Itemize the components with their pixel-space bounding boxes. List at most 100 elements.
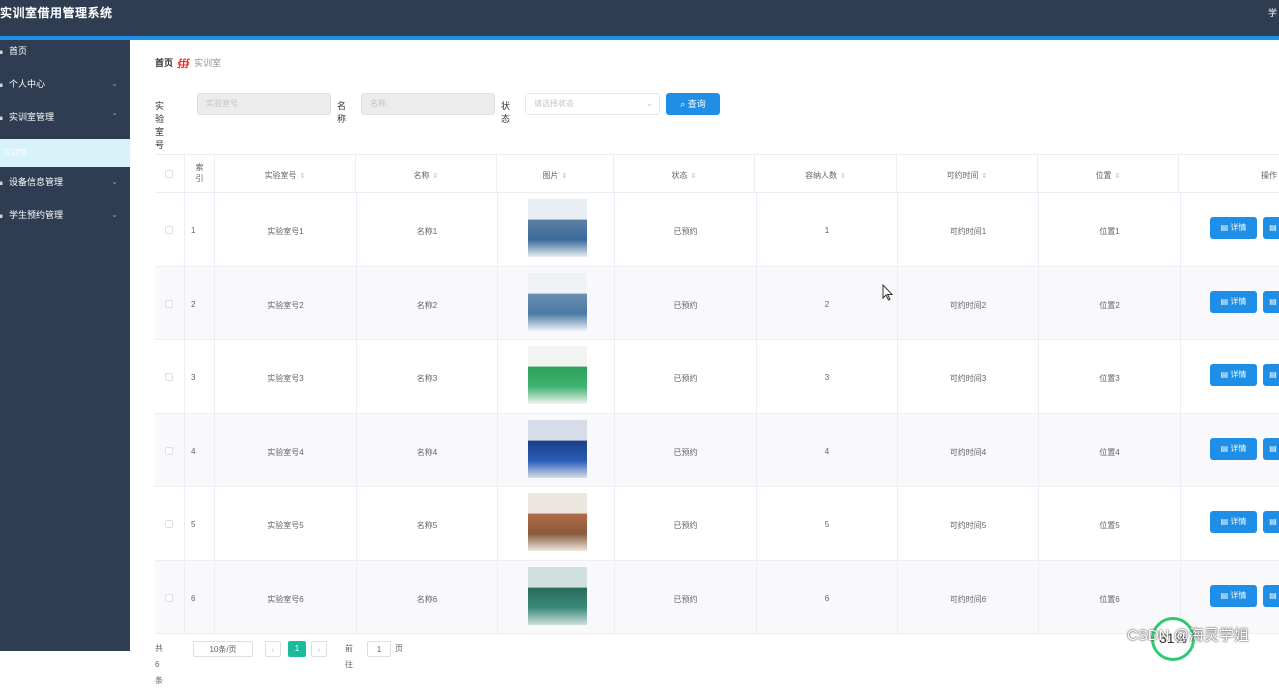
table-row: 4 实验室号4 名称4 已预约 4 可约时间4 位置4 ▤ 详情 ▤	[155, 413, 1279, 487]
lab-photo[interactable]	[528, 493, 587, 551]
menu-icon: ▌	[0, 177, 5, 185]
detail-button[interactable]: ▤ 详情	[1210, 584, 1257, 607]
lab-photo[interactable]	[528, 346, 587, 404]
sidebar-item-lab-management[interactable]: ▌ 实训室管理 ⌃	[0, 106, 130, 139]
sidebar-item-equipment[interactable]: ▌ 设备信息管理 ⌄	[0, 171, 130, 204]
col-name[interactable]: 名称 ⇕	[356, 155, 497, 193]
cell-name: 名称3	[357, 340, 498, 413]
col-time[interactable]: 可约时间 ⇕	[897, 155, 1038, 193]
cell-index: 5	[185, 487, 215, 560]
prev-page-button[interactable]: ‹	[265, 641, 281, 657]
select-all-checkbox-cell[interactable]	[155, 155, 185, 193]
goto-page-input[interactable]: 1	[367, 641, 391, 657]
page-1-button[interactable]: 1	[288, 641, 306, 657]
search-icon: ⌕	[680, 99, 686, 109]
row-checkbox[interactable]	[165, 593, 173, 602]
col-room-no[interactable]: 实验室号 ⇕	[215, 155, 356, 193]
edit-button[interactable]: ▤	[1263, 511, 1279, 533]
sidebar-item-home[interactable]: ▌ 首页	[0, 40, 130, 73]
lab-photo[interactable]	[528, 199, 587, 257]
cell-name: 名称5	[357, 487, 498, 560]
lab-photo[interactable]	[528, 419, 587, 478]
next-page-button[interactable]: ›	[311, 641, 327, 657]
app-header: 实训室借用管理系统 学	[0, 0, 1279, 36]
document-icon: ▤	[1220, 223, 1229, 232]
cell-time: 可约时间6	[898, 560, 1039, 634]
room-no-input[interactable]: 实验室号	[197, 93, 331, 115]
cell-index: 1	[185, 193, 215, 266]
cell-capacity: 6	[757, 560, 898, 634]
chevron-down-icon: ⌄	[111, 177, 118, 186]
row-checkbox[interactable]	[165, 446, 173, 455]
row-checkbox-cell[interactable]	[155, 266, 185, 340]
cell-actions: ▤ 详情 ▤	[1181, 193, 1279, 266]
edit-button[interactable]: ▤	[1263, 437, 1279, 460]
cell-status: 已预约	[615, 266, 757, 340]
col-status[interactable]: 状态 ⇕	[614, 155, 755, 193]
document-icon: ▤	[1269, 223, 1277, 232]
cell-status: 已预约	[615, 340, 757, 413]
query-button[interactable]: ⌕ 查询	[666, 93, 720, 115]
row-checkbox[interactable]	[165, 226, 173, 234]
document-icon: ▤	[1269, 517, 1277, 526]
sidebar-item-reservations[interactable]: ▌ 学生预约管理 ⌄	[0, 204, 130, 237]
row-checkbox[interactable]	[165, 373, 173, 381]
user-menu[interactable]: 学	[1268, 6, 1277, 19]
detail-button[interactable]: ▤ 详情	[1210, 364, 1257, 386]
sidebar-item-profile[interactable]: ▌ 个人中心 ⌄	[0, 73, 130, 106]
cell-index: 4	[185, 413, 215, 487]
document-icon: ▤	[1220, 590, 1229, 600]
cell-image	[498, 340, 615, 413]
row-checkbox-cell[interactable]	[155, 193, 185, 266]
col-capacity[interactable]: 容纳人数 ⇕	[755, 155, 897, 193]
cell-index: 6	[185, 560, 215, 634]
row-checkbox-cell[interactable]	[155, 560, 185, 634]
chevron-down-icon: ⌄	[646, 99, 653, 108]
pager-total: 共 6 条	[155, 644, 163, 685]
cell-image	[498, 487, 615, 560]
detail-button[interactable]: ▤ 详情	[1210, 217, 1257, 239]
row-checkbox-cell[interactable]	[155, 413, 185, 487]
col-image[interactable]: 图片 ⇕	[497, 155, 614, 193]
lab-photo[interactable]	[528, 272, 587, 331]
cell-actions: ▤ 详情 ▤	[1181, 414, 1279, 487]
cell-image	[498, 413, 615, 487]
lab-table: 索引 实验室号 ⇕ 名称 ⇕ 图片 ⇕ 状态 ⇕ 容纳人数 ⇕ 可约时间 ⇕ 位置 ⇕ 操作 …	[155, 154, 1279, 634]
detail-button[interactable]: ▤ 详情	[1210, 511, 1257, 533]
user-icon: ▌	[0, 79, 5, 87]
detail-button[interactable]: ▤ 详情	[1210, 290, 1257, 313]
cell-capacity: 2	[757, 266, 898, 340]
table-body: 1 实验室号1 名称1 已预约 1 可约时间1 位置1 ▤ 详情 ▤ 2 实验室号2 名称2 已预约 2 可…	[155, 193, 1279, 634]
detail-button[interactable]: ▤ 详情	[1210, 437, 1257, 460]
row-checkbox[interactable]	[165, 299, 173, 308]
status-select[interactable]: 请选择状态 ⌄	[525, 93, 660, 115]
cell-location: 位置4	[1039, 413, 1181, 487]
sort-icon: ⇕	[690, 173, 697, 180]
page-size-select[interactable]: 10条/页	[193, 641, 253, 657]
home-icon: ▌	[0, 46, 5, 54]
cell-room-no: 实验室号6	[215, 560, 357, 634]
sidebar-subitem-lab[interactable]: 实训室	[0, 139, 130, 167]
row-checkbox-cell[interactable]	[155, 340, 185, 413]
edit-button[interactable]: ▤	[1263, 364, 1279, 386]
cell-status: 已预约	[615, 487, 757, 560]
select-all-checkbox[interactable]	[165, 170, 173, 178]
edit-button[interactable]: ▤	[1263, 217, 1279, 239]
edit-button[interactable]: ▤	[1263, 290, 1279, 313]
breadcrumb-home[interactable]: 首页	[155, 58, 173, 68]
table-row: 3 实验室号3 名称3 已预约 3 可约时间3 位置3 ▤ 详情 ▤	[155, 340, 1279, 414]
col-location[interactable]: 位置 ⇕	[1038, 155, 1179, 193]
col-actions: 操作	[1261, 171, 1277, 180]
chevron-up-icon: ⌃	[111, 112, 118, 121]
row-checkbox-cell[interactable]	[155, 487, 185, 560]
sort-icon: ⇕	[432, 173, 439, 180]
cell-status: 已预约	[615, 413, 757, 487]
edit-button[interactable]: ▤	[1263, 584, 1279, 607]
breadcrumb-current: 实训室	[194, 58, 222, 68]
cell-time: 可约时间2	[898, 266, 1039, 340]
name-input[interactable]: 名称	[361, 93, 495, 115]
cell-time: 可约时间4	[898, 413, 1039, 487]
cell-capacity: 1	[757, 193, 898, 266]
row-checkbox[interactable]	[165, 520, 173, 528]
lab-photo[interactable]	[528, 566, 587, 625]
